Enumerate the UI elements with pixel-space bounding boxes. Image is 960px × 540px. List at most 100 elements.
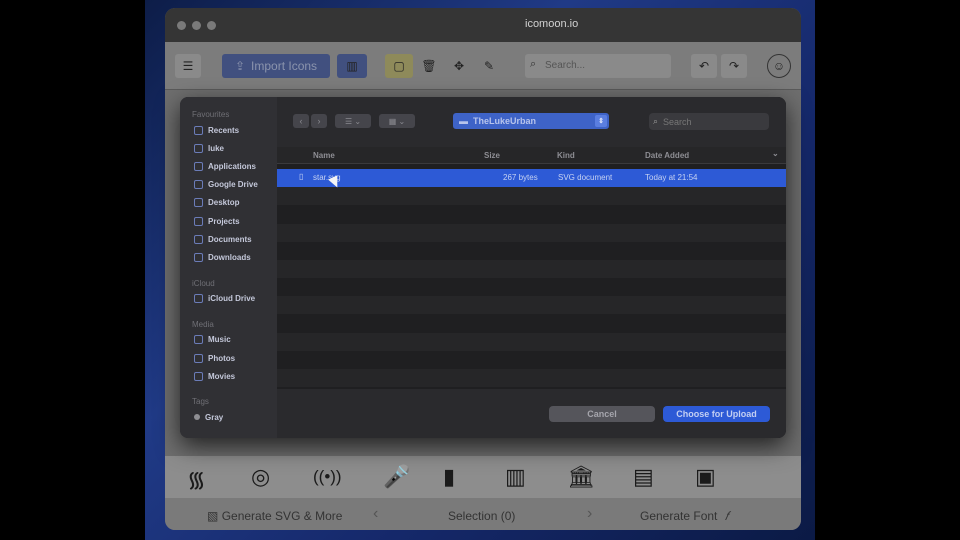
sidebar-item-movies[interactable]: Movies <box>194 369 235 383</box>
url-bar[interactable]: icomoon.io <box>525 18 578 30</box>
cloud-icon <box>194 294 203 304</box>
sidebar-item-applications[interactable]: Applications <box>194 159 256 173</box>
sidebar-item-photos[interactable]: Photos <box>194 351 235 365</box>
wifi-icon[interactable]: ᯾ <box>187 464 206 494</box>
feed-icon[interactable]: ((•)) <box>313 467 342 487</box>
chevron-down-icon[interactable]: ⌄ <box>772 149 779 158</box>
sidebar-item-downloads[interactable]: Downloads <box>194 250 251 264</box>
library-icon[interactable]: 🏛 <box>567 464 595 490</box>
sidebar-item-desktop[interactable]: Desktop <box>194 196 240 210</box>
zoom-window-button[interactable] <box>207 21 216 30</box>
dialog-search-input[interactable]: ⌕ Search <box>649 113 769 130</box>
move-tool-button[interactable]: ✥ <box>447 54 471 78</box>
dialog-sidebar: Favourites Recents luke Applications Google … <box>180 97 277 438</box>
selection-button[interactable]: Selection (0) <box>448 509 515 523</box>
chevron-right-icon: › <box>317 116 321 126</box>
cancel-button[interactable]: Cancel <box>549 406 655 422</box>
download-icon <box>194 252 203 262</box>
redo-button[interactable]: ↷ <box>721 54 747 78</box>
delete-tool-button[interactable]: 🗑 <box>417 54 441 78</box>
file-row[interactable]: ▯ star.svg 267 bytes SVG document Today at 2… <box>277 169 786 187</box>
forward-button[interactable]: › <box>311 114 327 128</box>
photos-icon <box>194 353 203 363</box>
column-date-added[interactable]: Date Added <box>645 151 689 160</box>
profile-icon[interactable]: ▤ <box>633 464 654 490</box>
group-select[interactable]: ▦ ⌄ <box>379 114 415 128</box>
image-icon: ▧ <box>207 509 219 523</box>
sidebar-section-heading: Tags <box>192 397 209 407</box>
view-mode-select[interactable]: ☰ ⌄ <box>335 114 371 128</box>
screen: icomoon.io ☰ ⇪ Import Icons ▥ ▢ 🗑 ✥ ✎ ⌕ … <box>0 0 960 540</box>
empty-row <box>277 223 786 242</box>
search-icon: ⌕ <box>653 116 659 126</box>
icon-grid: ᯾ ◎ ((•)) 🎤 ▮ ▥ 🏛 ▤ ▣ <box>165 456 801 498</box>
undo-button[interactable]: ↶ <box>691 54 717 78</box>
import-icons-label: Import Icons <box>251 59 318 73</box>
dialog-search-placeholder: Search <box>663 116 692 127</box>
sidebar-section-heading: Favourites <box>192 110 230 119</box>
sidebar-item-label: iCloud Drive <box>208 294 256 304</box>
smiley-icon: ☺ <box>772 59 786 73</box>
apps-icon <box>194 161 203 171</box>
empty-row <box>277 187 786 206</box>
column-kind[interactable]: Kind <box>557 151 575 160</box>
generate-font-button[interactable]: Generate Font 𝑓 <box>640 509 728 524</box>
trash-icon: 🗑 <box>421 59 437 73</box>
sidebar-item-label: Google Drive <box>208 180 258 190</box>
empty-row <box>277 296 786 315</box>
desktop-icon <box>194 198 203 208</box>
empty-row <box>277 332 786 351</box>
column-name[interactable]: Name <box>313 151 335 160</box>
tag-dot-icon <box>194 414 200 421</box>
sidebar-item-label: Downloads <box>208 252 251 262</box>
grid-view-icon: ▦ ⌄ <box>388 116 406 126</box>
icon-search-input[interactable]: ⌕ Search... <box>525 54 671 78</box>
sidebar-item-icloud-drive[interactable]: iCloud Drive <box>194 292 255 306</box>
folder-icon <box>194 216 203 226</box>
generate-svg-label: Generate SVG & More <box>221 509 343 523</box>
podcast-icon[interactable]: ◎ <box>251 464 270 490</box>
sidebar-item-google-drive[interactable]: Google Drive <box>194 178 258 192</box>
sidebar-item-gray[interactable]: Gray <box>194 410 223 424</box>
file-open-dialog: Favourites Recents luke Applications Google … <box>180 97 786 438</box>
sidebar-item-label: Projects <box>208 216 240 226</box>
menu-button[interactable]: ☰ <box>175 54 201 78</box>
column-size[interactable]: Size <box>484 151 500 160</box>
import-icons-button[interactable]: ⇪ Import Icons <box>222 54 330 78</box>
updown-chevron-icon: ⇕ <box>595 115 607 127</box>
sidebar-item-recents[interactable]: Recents <box>194 123 239 137</box>
pencil-icon: ✎ <box>483 59 495 73</box>
path-popup[interactable]: ▬ TheLukeUrban ⇕ <box>453 113 609 129</box>
empty-row <box>277 315 786 333</box>
address-book-icon[interactable]: ▣ <box>695 464 716 490</box>
dialog-footer: Cancel Choose for Upload <box>277 389 786 438</box>
generate-svg-button[interactable]: ▧ Generate SVG & More <box>207 509 342 523</box>
sidebar-item-label: Applications <box>208 161 257 171</box>
library-button[interactable]: ▥ <box>337 54 367 78</box>
edit-tool-button[interactable]: ✎ <box>477 54 501 78</box>
sidebar-item-music[interactable]: Music <box>194 333 231 347</box>
sidebar-item-label: luke <box>208 143 225 153</box>
books-icon[interactable]: ▥ <box>505 464 526 490</box>
empty-row <box>277 260 786 278</box>
sidebar-item-documents[interactable]: Documents <box>194 232 252 246</box>
document-icon <box>194 234 203 244</box>
empty-row <box>277 278 786 296</box>
choose-for-upload-button[interactable]: Choose for Upload <box>663 406 770 422</box>
sidebar-item-projects[interactable]: Projects <box>194 214 240 228</box>
chevron-left-icon: ‹ <box>299 116 303 126</box>
column-header: Name Size Kind Date Added ⌄ <box>277 147 786 164</box>
book-icon[interactable]: ▮ <box>443 464 455 490</box>
empty-row <box>277 351 786 369</box>
back-button[interactable]: ‹ <box>293 114 309 128</box>
bottom-bar: ▧ Generate SVG & More ‹ Selection (0) › … <box>165 498 801 530</box>
movies-icon <box>194 371 203 381</box>
minimize-window-button[interactable] <box>192 21 201 30</box>
account-button[interactable]: ☺ <box>767 54 791 78</box>
sidebar-item-label: Recents <box>208 125 240 135</box>
mic-icon[interactable]: 🎤 <box>383 464 410 490</box>
sidebar-item-luke[interactable]: luke <box>194 141 224 155</box>
select-tool-button[interactable]: ▢ <box>385 54 413 78</box>
close-window-button[interactable] <box>177 21 186 30</box>
upload-icon: ⇪ <box>234 59 246 73</box>
